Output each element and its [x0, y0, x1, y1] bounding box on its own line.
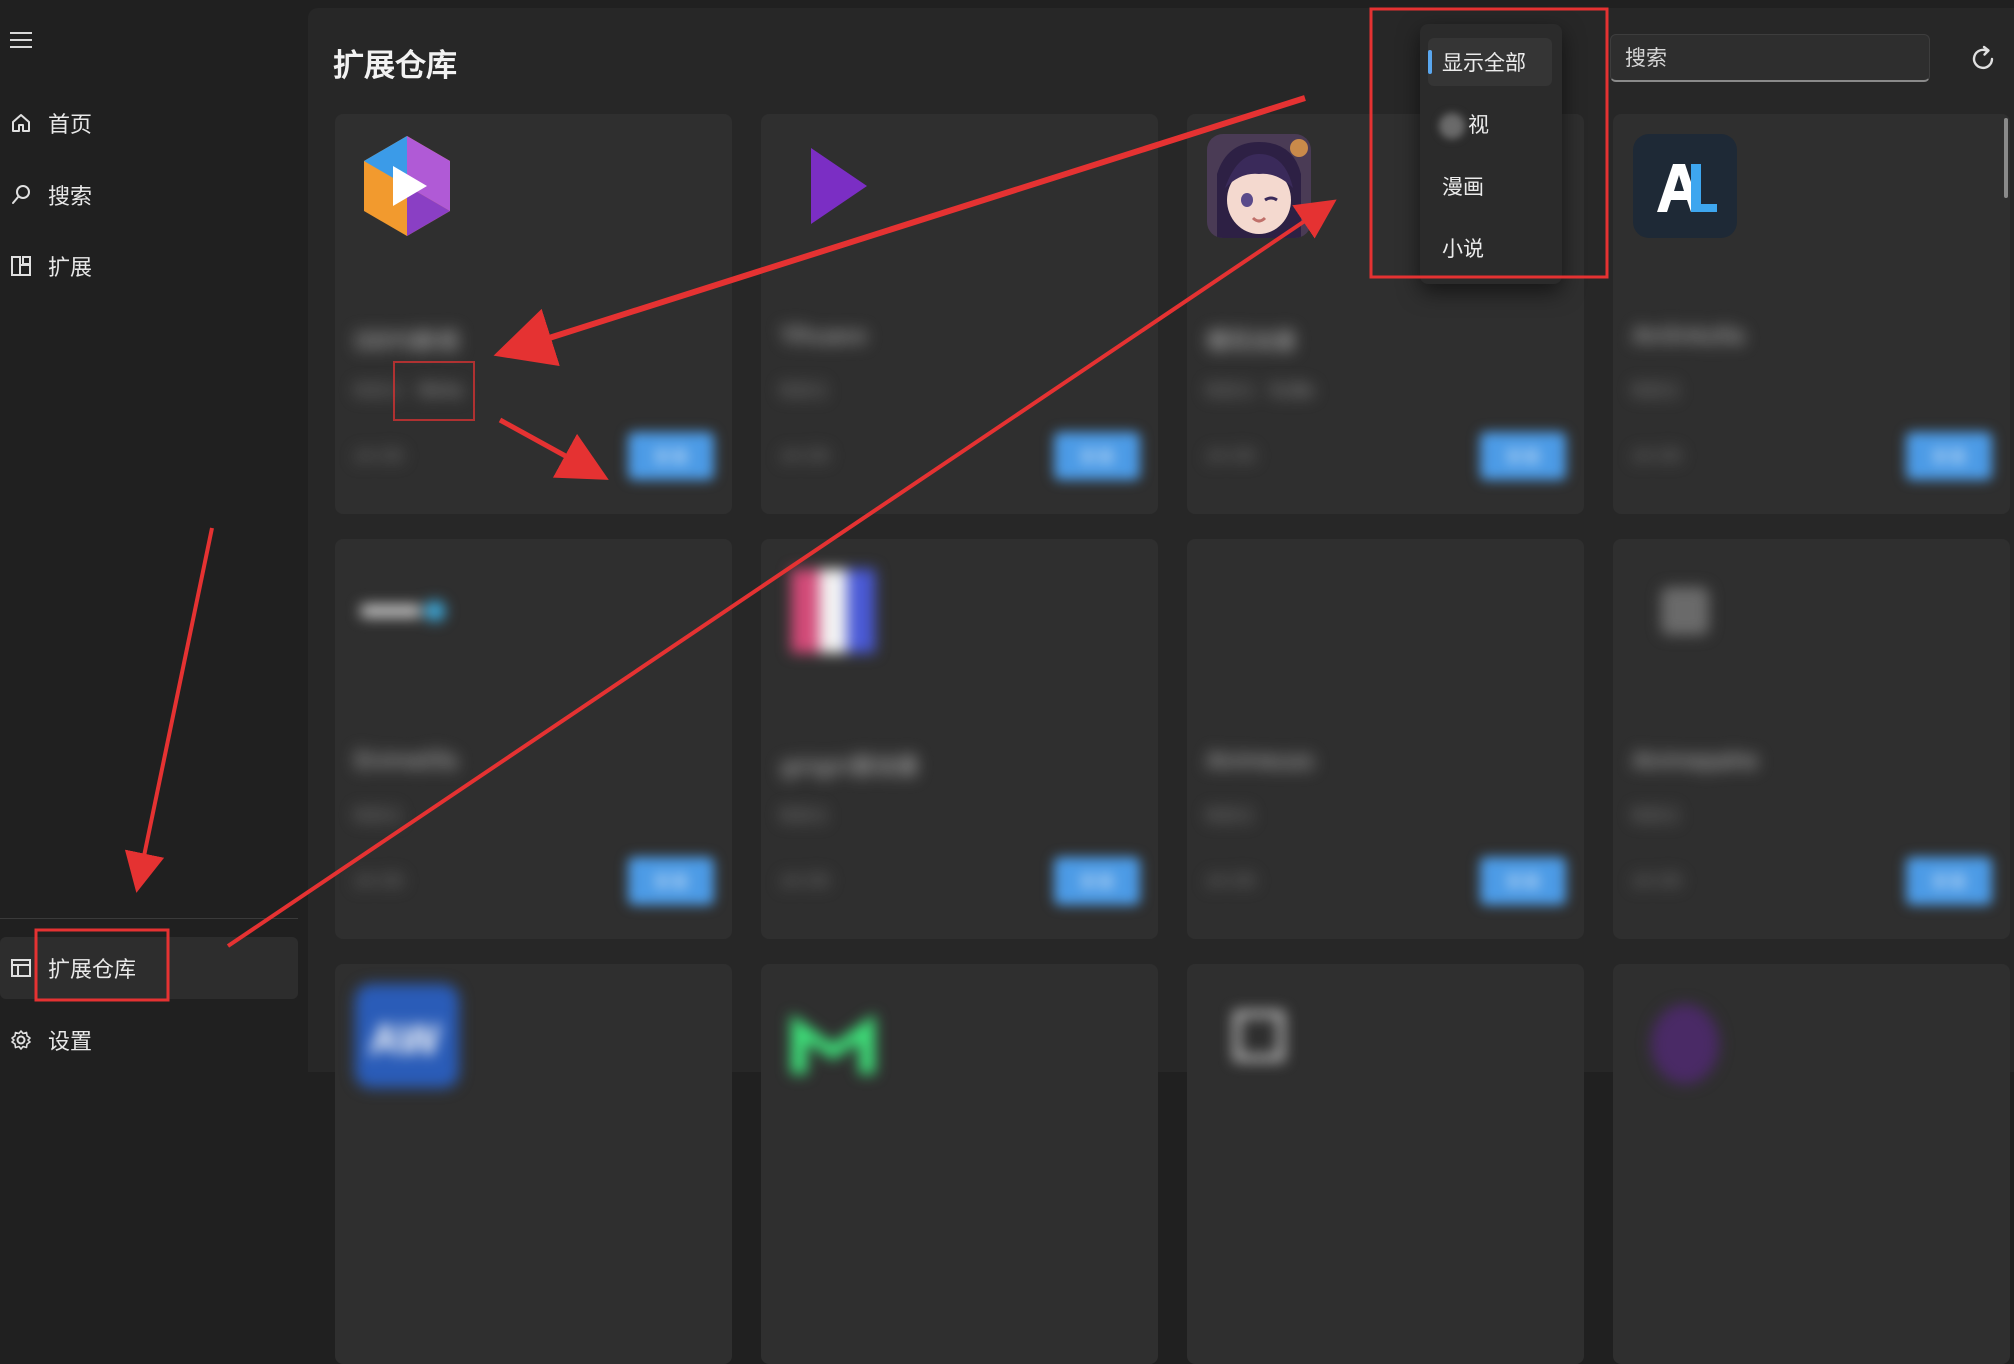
filter-dropdown[interactable]: 显示全部 视 漫画 小说	[1420, 24, 1562, 284]
filter-option-manga[interactable]: 漫画	[1428, 162, 1552, 210]
extension-logo	[1633, 984, 1737, 1088]
extension-name: Enimelifa	[355, 749, 458, 774]
sidebar-item-label: 搜索	[48, 185, 93, 210]
install-button[interactable]: 安装	[1480, 432, 1566, 480]
extension-version: 0.0.1	[1633, 380, 1679, 401]
extension-logo	[1207, 984, 1311, 1088]
extension-language: zh-CN	[1633, 871, 1681, 890]
sidebar-item-label: 设置	[48, 1030, 93, 1055]
install-button[interactable]: 安装	[1054, 857, 1140, 905]
extension-language: zh-CN	[1633, 446, 1681, 465]
install-button[interactable]: 安装	[1906, 857, 1992, 905]
filter-option-label: 显示全部	[1442, 51, 1526, 75]
extension-logo	[1207, 559, 1311, 663]
extension-logo	[1633, 559, 1737, 663]
extension-logo	[1207, 134, 1311, 238]
filter-option-label: 漫画	[1442, 175, 1484, 199]
extension-version: 0.0.1	[781, 805, 827, 826]
extension-logo	[781, 984, 885, 1088]
sidebar-item-search[interactable]: 搜索	[0, 164, 298, 226]
install-button[interactable]: 安装	[1906, 432, 1992, 480]
extension-language: zh-CN	[781, 871, 829, 890]
extension-name: 樱花动漫	[1207, 330, 1296, 355]
extension-name: girigiri爱动漫	[781, 755, 918, 780]
extension-card[interactable]	[1187, 964, 1584, 1364]
repository-icon	[8, 955, 34, 981]
extension-card[interactable]: Yihuaxx 0.0.1 zh-CN 安装	[761, 114, 1158, 514]
extension-card[interactable]: Animeuss 0.0.1 zh-CN 安装	[1187, 539, 1584, 939]
extensions-icon	[8, 253, 34, 279]
filter-option-novel[interactable]: 小说	[1428, 224, 1552, 272]
extension-logo	[1633, 134, 1737, 238]
extension-name: Animepahe	[1633, 749, 1758, 774]
extension-card[interactable]	[761, 964, 1158, 1364]
gear-icon	[8, 1027, 34, 1053]
filter-option-label: 小说	[1442, 237, 1484, 261]
scrollbar-thumb[interactable]	[2004, 118, 2008, 198]
extension-card[interactable]: Enimelifa 0.0.1 zh-CN 安装	[335, 539, 732, 939]
search-input[interactable]	[1611, 35, 1929, 80]
extension-language: zh-CN	[781, 446, 829, 465]
extension-version: 0.0.1	[1633, 805, 1679, 826]
refresh-icon[interactable]	[1968, 44, 1998, 74]
svg-text:AW: AW	[369, 1015, 440, 1064]
sidebar-item-label: 扩展仓库	[48, 958, 137, 983]
extension-language: zh-CN	[355, 871, 403, 890]
extension-version: 0.0.1 · 9b4a	[355, 380, 464, 401]
sidebar-item-repository[interactable]: 扩展仓库	[0, 937, 298, 999]
page-title: 扩展仓库	[333, 48, 457, 84]
extension-card[interactable]: Animepahe 0.0.1 zh-CN 安装	[1613, 539, 2010, 939]
extension-language: zh-CN	[1207, 446, 1255, 465]
extension-name: Yihuaxx	[781, 324, 868, 349]
sidebar-item-extensions[interactable]: 扩展	[0, 235, 298, 297]
extension-version: 0.0.1 · 5c8e	[1207, 380, 1314, 401]
filter-option-video[interactable]: 视	[1428, 100, 1552, 148]
home-icon	[8, 110, 34, 136]
extension-card[interactable]: DDYS影视 0.0.1 · 9b4a zh-CN 安装	[335, 114, 732, 514]
extension-version: 0.0.1	[355, 805, 401, 826]
extension-logo	[781, 559, 885, 663]
main-content: 扩展仓库 DDYS影视 0.0.1 · 9b4a zh-CN 安装 Yihuax…	[308, 8, 2014, 1364]
sidebar-item-label: 首页	[48, 113, 93, 138]
extension-logo	[781, 134, 885, 238]
sidebar-item-settings[interactable]: 设置	[0, 1009, 298, 1071]
extension-logo	[355, 134, 459, 238]
extension-card[interactable]	[1613, 964, 2010, 1364]
search-field[interactable]	[1610, 34, 1930, 82]
extension-name: Animeuss	[1207, 749, 1314, 774]
sidebar-item-home[interactable]: 首页	[0, 92, 298, 154]
extension-card[interactable]: Anilinkzlla 0.0.1 zh-CN 安装	[1613, 114, 2010, 514]
extension-logo: AW	[355, 984, 459, 1088]
install-button[interactable]: 安装	[628, 857, 714, 905]
filter-option-all[interactable]: 显示全部	[1428, 38, 1552, 86]
menu-toggle-icon[interactable]	[10, 32, 32, 50]
sidebar: 首页 搜索 扩展 扩展仓库 设置	[0, 0, 306, 1072]
install-button[interactable]: 安装	[1054, 432, 1140, 480]
sidebar-item-label: 扩展	[48, 256, 93, 281]
extension-name: Anilinkzlla	[1633, 324, 1745, 349]
filter-option-label: 视	[1468, 113, 1489, 137]
extension-card[interactable]: AW	[335, 964, 732, 1364]
sidebar-divider	[0, 918, 298, 919]
extension-language: zh-CN	[355, 446, 403, 465]
install-button[interactable]: 安装	[1480, 857, 1566, 905]
extension-version: 0.0.1	[1207, 805, 1253, 826]
redaction-blur	[1439, 113, 1465, 139]
extension-name: DDYS影视	[355, 330, 460, 355]
extension-language: zh-CN	[1207, 871, 1255, 890]
extension-card[interactable]: girigiri爱动漫 0.0.1 zh-CN 安装	[761, 539, 1158, 939]
install-button[interactable]: 安装	[628, 432, 714, 480]
extension-logo	[355, 559, 459, 663]
extension-version: 0.0.1	[781, 380, 827, 401]
search-icon	[8, 182, 34, 208]
